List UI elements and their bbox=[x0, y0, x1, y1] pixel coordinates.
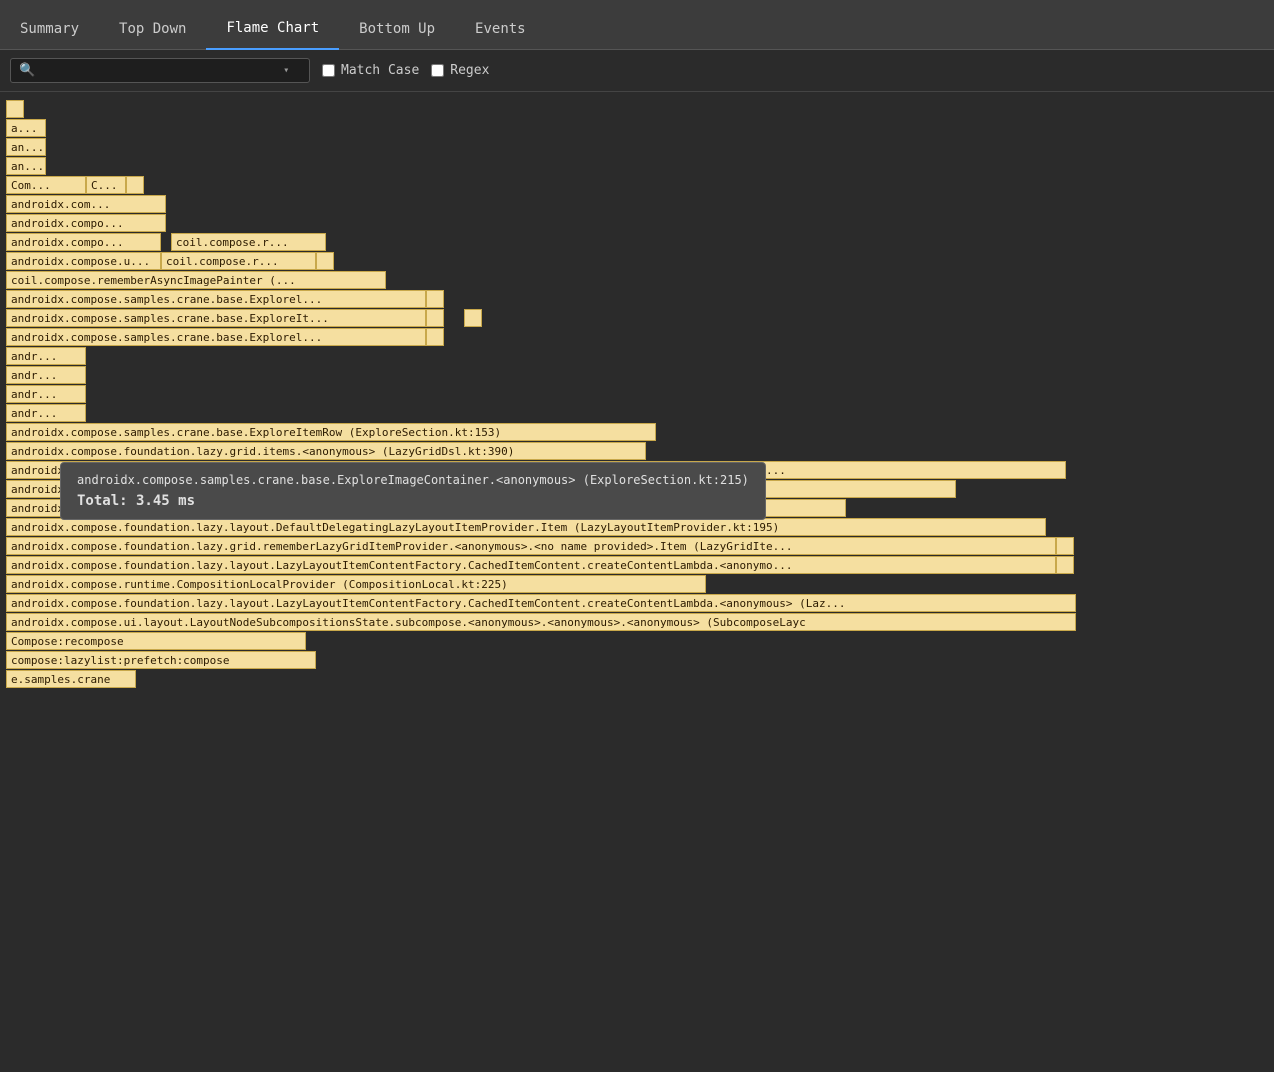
flame-block[interactable]: androidx.compose.samples.crane.base.Expl… bbox=[6, 328, 426, 346]
flame-block[interactable]: andr... bbox=[6, 347, 86, 365]
chevron-down-icon[interactable]: ▾ bbox=[283, 65, 289, 76]
flame-block[interactable]: androidx.compose.samples.crane.base.Expl… bbox=[6, 290, 426, 308]
flame-block[interactable] bbox=[426, 309, 444, 327]
flame-block[interactable]: C... bbox=[86, 176, 126, 194]
flame-row: androidx.compose.samples.crane.base.Expl… bbox=[6, 328, 1268, 346]
search-input-wrap[interactable]: 🔍 ▾ bbox=[10, 58, 310, 83]
flame-block[interactable]: Compose:recompose bbox=[6, 632, 306, 650]
flame-row: a... bbox=[6, 119, 1268, 137]
flame-chart-area: a... an... an... Com... C... androidx.co… bbox=[0, 92, 1274, 1068]
flame-row: Compose:recompose bbox=[6, 632, 1268, 650]
flame-block[interactable]: androidx.compose.foundation.lazy.layout.… bbox=[6, 556, 1056, 574]
flame-row: androidx.compose.samples.crane.base.Expl… bbox=[6, 423, 1268, 441]
flame-tooltip: androidx.compose.samples.crane.base.Expl… bbox=[60, 462, 766, 520]
flame-row: androidx.compose.foundation.lazy.grid.re… bbox=[6, 537, 1268, 555]
flame-block[interactable]: androidx.compose.foundation.lazy.grid.it… bbox=[6, 442, 646, 460]
flame-row: an... bbox=[6, 157, 1268, 175]
tab-summary[interactable]: Summary bbox=[0, 11, 99, 49]
flame-block[interactable]: Com... bbox=[6, 176, 86, 194]
search-input[interactable] bbox=[39, 64, 279, 78]
flame-block[interactable]: androidx.compose.u... bbox=[6, 252, 161, 270]
flame-block[interactable] bbox=[316, 252, 334, 270]
tab-events[interactable]: Events bbox=[455, 11, 546, 49]
match-case-label[interactable]: Match Case bbox=[341, 63, 419, 78]
flame-block[interactable]: andr... bbox=[6, 385, 86, 403]
search-bar: 🔍 ▾ Match Case Regex bbox=[0, 50, 1274, 92]
flame-block[interactable]: androidx.compose.ui.layout.LayoutNodeSub… bbox=[6, 613, 1076, 631]
match-case-checkbox[interactable] bbox=[322, 64, 335, 77]
flame-block[interactable] bbox=[1056, 556, 1074, 574]
flame-block[interactable]: androidx.compose.foundation.lazy.layout.… bbox=[6, 594, 1076, 612]
flame-block[interactable]: e.samples.crane bbox=[6, 670, 136, 688]
flame-block[interactable] bbox=[126, 176, 144, 194]
flame-block[interactable]: coil.compose.r... bbox=[171, 233, 326, 251]
flame-block[interactable]: andr... bbox=[6, 404, 86, 422]
flame-block[interactable] bbox=[464, 309, 482, 327]
flame-block[interactable]: a... bbox=[6, 119, 46, 137]
flame-row: androidx.compose.foundation.lazy.layout.… bbox=[6, 594, 1268, 612]
flame-row: androidx.compo... bbox=[6, 214, 1268, 232]
tab-bottom-up[interactable]: Bottom Up bbox=[339, 11, 455, 49]
flame-block[interactable]: androidx.com... bbox=[6, 195, 166, 213]
search-icon: 🔍 bbox=[19, 63, 35, 78]
flame-row: androidx.compose.runtime.CompositionLoca… bbox=[6, 575, 1268, 593]
flame-row: androidx.compose.samples.crane.base.Expl… bbox=[6, 290, 1268, 308]
flame-row bbox=[6, 100, 1268, 118]
flame-block[interactable] bbox=[1056, 537, 1074, 555]
match-case-group: Match Case bbox=[322, 63, 419, 78]
flame-block[interactable]: an... bbox=[6, 157, 46, 175]
flame-row: coil.compose.rememberAsyncImagePainter (… bbox=[6, 271, 1268, 289]
flame-block[interactable]: androidx.compose.runtime.CompositionLoca… bbox=[6, 575, 706, 593]
flame-block[interactable]: an... bbox=[6, 138, 46, 156]
flame-row: androidx.compose.u... coil.compose.r... bbox=[6, 252, 1268, 270]
flame-row: compose:lazylist:prefetch:compose bbox=[6, 651, 1268, 669]
flame-block[interactable]: andr... bbox=[6, 366, 86, 384]
flame-row: Com... C... bbox=[6, 176, 1268, 194]
flame-row: andr... bbox=[6, 366, 1268, 384]
flame-row: an... bbox=[6, 138, 1268, 156]
flame-block[interactable]: coil.compose.r... bbox=[161, 252, 316, 270]
flame-row: andr... bbox=[6, 404, 1268, 422]
flame-block[interactable]: androidx.compose.samples.crane.base.Expl… bbox=[6, 423, 656, 441]
flame-block[interactable]: coil.compose.rememberAsyncImagePainter (… bbox=[6, 271, 386, 289]
regex-checkbox[interactable] bbox=[431, 64, 444, 77]
flame-row: androidx.compose.foundation.lazy.layout.… bbox=[6, 518, 1268, 536]
flame-block[interactable]: androidx.compose.samples.crane.base.Expl… bbox=[6, 309, 426, 327]
flame-row: andr... bbox=[6, 385, 1268, 403]
regex-group: Regex bbox=[431, 63, 489, 78]
flame-row: androidx.compose.samples.crane.base.Expl… bbox=[6, 309, 1268, 327]
flame-block[interactable] bbox=[426, 328, 444, 346]
flame-block[interactable]: compose:lazylist:prefetch:compose bbox=[6, 651, 316, 669]
tooltip-total: Total: 3.45 ms bbox=[77, 493, 749, 509]
flame-block[interactable]: androidx.compose.foundation.lazy.layout.… bbox=[6, 518, 1046, 536]
flame-row: androidx.com... bbox=[6, 195, 1268, 213]
flame-block[interactable]: androidx.compo... bbox=[6, 214, 166, 232]
flame-row: androidx.compose.foundation.lazy.layout.… bbox=[6, 556, 1268, 574]
flame-block[interactable] bbox=[426, 290, 444, 308]
flame-block[interactable]: androidx.compo... bbox=[6, 233, 161, 251]
flame-block[interactable]: androidx.compose.foundation.lazy.grid.re… bbox=[6, 537, 1056, 555]
flame-row: androidx.compo... coil.compose.r... bbox=[6, 233, 1268, 251]
tab-bar: Summary Top Down Flame Chart Bottom Up E… bbox=[0, 0, 1274, 50]
flame-row: androidx.compose.ui.layout.LayoutNodeSub… bbox=[6, 613, 1268, 631]
flame-row: androidx.compose.foundation.lazy.grid.it… bbox=[6, 442, 1268, 460]
flame-block[interactable] bbox=[6, 100, 24, 118]
flame-row: andr... bbox=[6, 347, 1268, 365]
flame-row: e.samples.crane bbox=[6, 670, 1268, 688]
tab-top-down[interactable]: Top Down bbox=[99, 11, 206, 49]
regex-label[interactable]: Regex bbox=[450, 63, 489, 78]
tooltip-title: androidx.compose.samples.crane.base.Expl… bbox=[77, 473, 749, 487]
tab-flame-chart[interactable]: Flame Chart bbox=[206, 10, 339, 50]
